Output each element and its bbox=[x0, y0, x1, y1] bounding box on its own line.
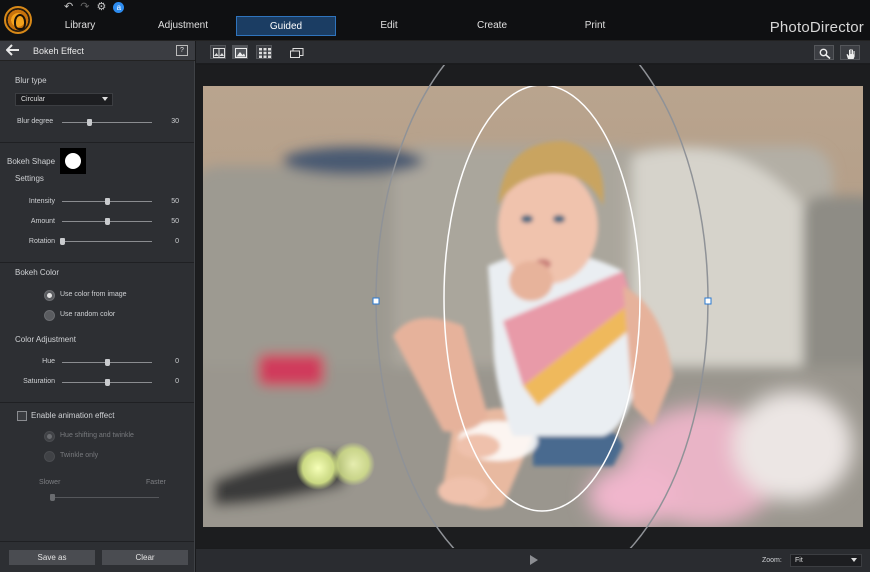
chevron-down-icon bbox=[102, 97, 108, 101]
rotation-value: 0 bbox=[175, 238, 179, 245]
tab-guided[interactable]: Guided bbox=[236, 16, 336, 36]
slider-track bbox=[52, 497, 159, 498]
hue-shifting-label[interactable]: Hue shifting and twinkle bbox=[60, 432, 134, 439]
tab-adjustment[interactable]: Adjustment bbox=[133, 16, 233, 36]
ellipse-handle-right[interactable] bbox=[704, 297, 712, 305]
hue-label: Hue bbox=[42, 358, 55, 365]
amount-value: 50 bbox=[171, 218, 179, 225]
blur-type-select[interactable]: Circular bbox=[15, 93, 113, 106]
transition-ellipse-overlay bbox=[372, 65, 712, 548]
bokeh-shape-label: Bokeh Shape bbox=[7, 157, 56, 166]
redo-icon[interactable]: ↷ bbox=[80, 1, 89, 13]
zoom-value: Fit bbox=[795, 557, 803, 564]
zoom-label: Zoom: bbox=[762, 557, 782, 564]
viewer-toolbar bbox=[196, 41, 870, 64]
hue-slider[interactable] bbox=[62, 359, 152, 366]
top-bar: ↶ ↷ ⚙ a Library Adjustment Guided Edit C… bbox=[0, 0, 870, 41]
second-monitor-icon[interactable] bbox=[287, 45, 304, 59]
hue-shifting-radio[interactable] bbox=[44, 431, 55, 442]
bokeh-effect-panel: Bokeh Effect ? Blur type Circular Blur d… bbox=[0, 41, 195, 572]
main-mode-tabs: Library Adjustment Guided Edit Create Pr… bbox=[30, 16, 648, 38]
brand-name: PhotoDirector bbox=[769, 19, 864, 36]
image-canvas[interactable] bbox=[196, 65, 870, 548]
zoom-select[interactable]: Fit bbox=[790, 554, 862, 567]
rotation-label: Rotation bbox=[28, 238, 55, 245]
undo-icon[interactable]: ↶ bbox=[64, 1, 73, 13]
slider-thumb[interactable] bbox=[105, 379, 110, 386]
use-random-color-label[interactable]: Use random color bbox=[60, 311, 115, 318]
enable-animation-checkbox[interactable] bbox=[17, 411, 27, 421]
color-adjustment-label: Color Adjustment bbox=[15, 335, 76, 344]
divider bbox=[0, 402, 194, 403]
clear-button[interactable]: Clear bbox=[102, 550, 188, 565]
hand-pan-icon[interactable] bbox=[840, 45, 860, 60]
play-icon[interactable] bbox=[530, 555, 538, 565]
saturation-label: Saturation bbox=[23, 378, 55, 385]
amount-label: Amount bbox=[30, 218, 55, 225]
blur-degree-label: Blur degree bbox=[17, 118, 54, 125]
tab-library[interactable]: Library bbox=[30, 16, 130, 36]
chevron-down-icon bbox=[851, 558, 857, 562]
slider-thumb[interactable] bbox=[105, 198, 110, 205]
bokeh-shape-circle-swatch[interactable] bbox=[60, 148, 86, 174]
rotation-slider[interactable] bbox=[60, 238, 152, 245]
amount-slider[interactable] bbox=[62, 218, 152, 225]
compare-view-icon[interactable] bbox=[210, 45, 226, 59]
single-view-icon[interactable] bbox=[232, 45, 248, 59]
twinkle-only-radio[interactable] bbox=[44, 451, 55, 462]
use-random-color-radio[interactable] bbox=[44, 310, 55, 321]
hue-value: 0 bbox=[175, 358, 179, 365]
tab-print[interactable]: Print bbox=[545, 16, 645, 36]
divider bbox=[0, 142, 194, 143]
app-logo-icon[interactable] bbox=[4, 6, 32, 34]
tab-edit[interactable]: Edit bbox=[339, 16, 439, 36]
blur-type-label: Blur type bbox=[15, 76, 47, 85]
use-color-from-image-radio[interactable] bbox=[44, 290, 55, 301]
slider-thumb[interactable] bbox=[105, 359, 110, 366]
faster-label: Faster bbox=[146, 479, 166, 486]
ellipse-handle-left[interactable] bbox=[372, 297, 380, 305]
slider-thumb[interactable] bbox=[87, 119, 92, 126]
quick-access-icons: ↶ ↷ ⚙ a bbox=[64, 1, 125, 13]
slider-thumb[interactable] bbox=[50, 494, 55, 501]
enable-animation-label[interactable]: Enable animation effect bbox=[31, 411, 114, 420]
zoom-magnifier-icon[interactable] bbox=[814, 45, 834, 60]
use-color-from-image-label[interactable]: Use color from image bbox=[60, 291, 127, 298]
blur-degree-slider[interactable] bbox=[62, 119, 152, 126]
settings-label: Settings bbox=[15, 174, 44, 183]
divider bbox=[0, 541, 194, 542]
tab-create[interactable]: Create bbox=[442, 16, 542, 36]
slider-track bbox=[62, 122, 152, 123]
save-as-button[interactable]: Save as bbox=[9, 550, 95, 565]
transition-area-ellipse[interactable] bbox=[375, 65, 709, 548]
intensity-slider[interactable] bbox=[62, 198, 152, 205]
panel-header: Bokeh Effect ? bbox=[0, 41, 195, 61]
animation-speed-slider[interactable] bbox=[50, 494, 159, 501]
blur-degree-value: 30 bbox=[171, 118, 179, 125]
slider-track bbox=[62, 241, 152, 242]
intensity-value: 50 bbox=[171, 198, 179, 205]
saturation-slider[interactable] bbox=[62, 379, 152, 386]
intensity-label: Intensity bbox=[28, 198, 55, 205]
divider bbox=[0, 262, 194, 263]
saturation-value: 0 bbox=[175, 378, 179, 385]
grid-view-icon[interactable] bbox=[256, 45, 272, 59]
slower-label: Slower bbox=[39, 479, 61, 486]
slider-thumb[interactable] bbox=[105, 218, 110, 225]
help-icon[interactable]: ? bbox=[176, 45, 188, 56]
bokeh-color-label: Bokeh Color bbox=[15, 268, 60, 277]
blur-type-value: Circular bbox=[21, 96, 46, 103]
notification-icon[interactable]: a bbox=[113, 1, 125, 13]
back-arrow-icon[interactable] bbox=[5, 44, 24, 58]
panel-title: Bokeh Effect bbox=[33, 46, 84, 56]
twinkle-only-label[interactable]: Twinkle only bbox=[60, 452, 98, 459]
viewer-bottom-bar: Zoom: Fit bbox=[196, 548, 870, 572]
slider-thumb[interactable] bbox=[60, 238, 65, 245]
settings-gear-icon[interactable]: ⚙ bbox=[96, 1, 106, 13]
